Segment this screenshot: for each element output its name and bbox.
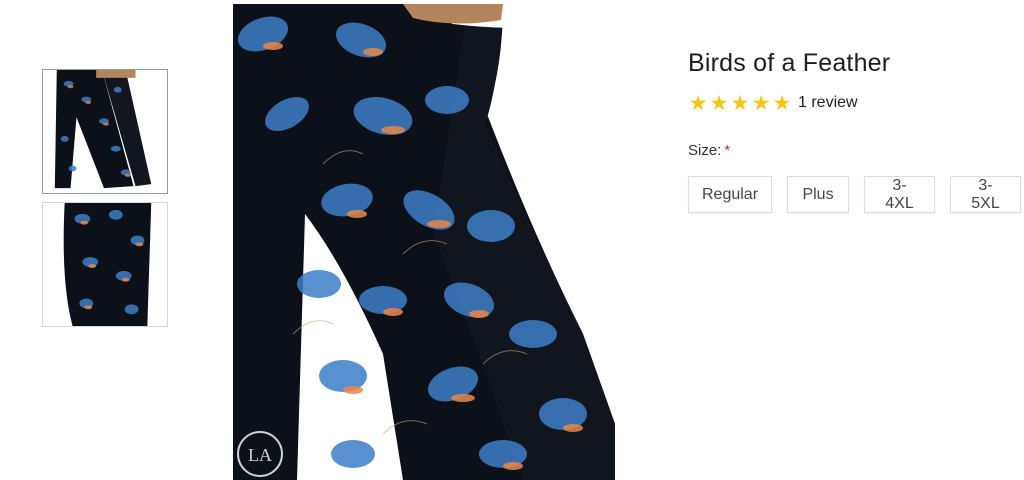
size-option-3-5xl[interactable]: 3-5XL <box>950 176 1021 213</box>
size-options: Regular Plus 3-4XL 3-5XL <box>688 176 1024 213</box>
rating-stars: ★ ★ ★ ★ ★ <box>688 93 792 114</box>
star-icon: ★ <box>772 91 792 115</box>
star-icon: ★ <box>709 91 729 115</box>
star-icon: ★ <box>730 91 750 115</box>
size-option-regular[interactable]: Regular <box>688 176 772 213</box>
required-marker: * <box>724 142 731 159</box>
thumbnail-1[interactable] <box>42 69 168 194</box>
thumbnail-leggings-closeup-image <box>43 203 167 326</box>
main-product-image: LA <box>233 4 615 480</box>
product-title: Birds of a Feather <box>688 49 891 77</box>
thumbnail-2[interactable] <box>42 202 168 327</box>
size-label: Size: * <box>688 142 1024 162</box>
size-label-text: Size: <box>688 142 722 159</box>
thumbnail-leggings-image <box>43 70 167 193</box>
product-page: LA Birds of a Feather ★ ★ ★ ★ ★ 1 review Siz… <box>0 0 1024 480</box>
leggings-feather-print-image: LA <box>233 4 615 480</box>
product-info: Birds of a Feather ★ ★ ★ ★ ★ 1 review Size: *… <box>688 48 1024 213</box>
reviews-link[interactable]: 1 review <box>798 94 858 112</box>
star-icon: ★ <box>751 91 771 115</box>
product-rating: ★ ★ ★ ★ ★ 1 review <box>688 92 1024 114</box>
size-option-3-4xl[interactable]: 3-4XL <box>864 176 935 213</box>
size-option-plus[interactable]: Plus <box>787 176 849 213</box>
star-icon: ★ <box>688 91 708 115</box>
svg-text:LA: LA <box>248 445 272 465</box>
